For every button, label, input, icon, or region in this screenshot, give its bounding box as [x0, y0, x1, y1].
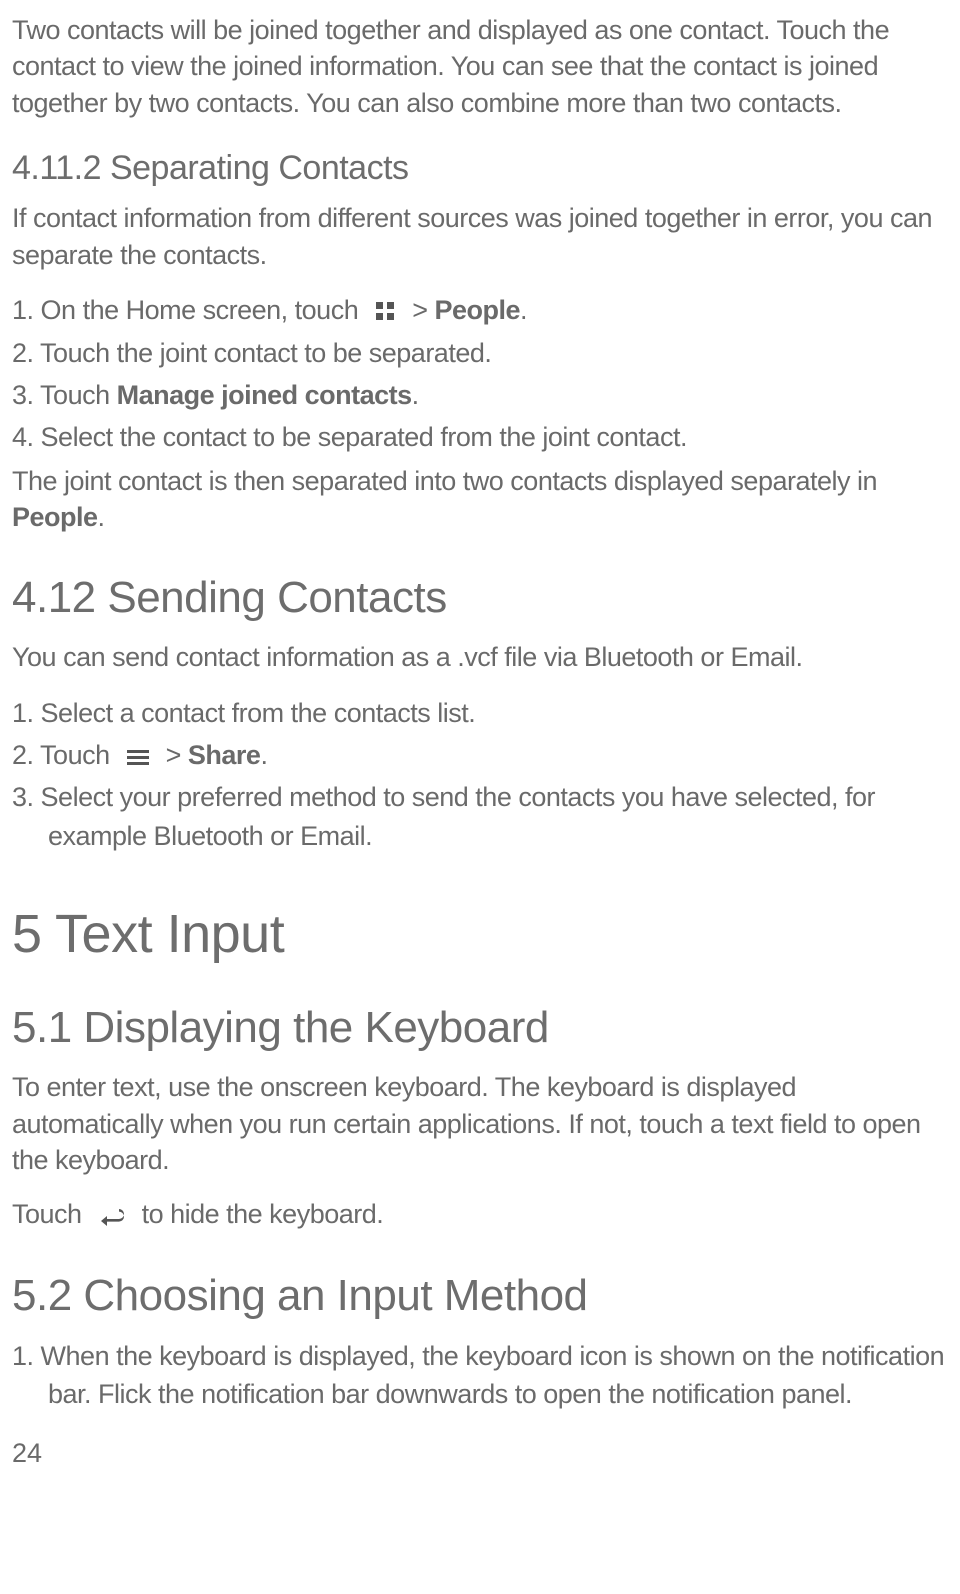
para-text: Touch: [12, 1199, 82, 1229]
heading-4-12: 4.12 Sending Contacts: [12, 573, 948, 623]
step-text: .: [260, 740, 267, 770]
step-text: Touch: [40, 740, 110, 770]
step-text: .: [520, 295, 527, 325]
heading-4-11-2: 4.11.2 Separating Contacts: [12, 149, 948, 188]
step-text: On the Home screen, touch: [41, 295, 359, 325]
para-5-1-b: Touch to hide the keyboard.: [12, 1196, 948, 1232]
step-text: .: [412, 380, 419, 410]
follow-bold: People: [12, 502, 98, 532]
step-4-11-2-3: Touch Manage joined contacts.: [12, 376, 948, 414]
heading-5-2: 5.2 Choosing an Input Method: [12, 1271, 948, 1321]
steps-5-2: When the keyboard is displayed, the keyb…: [12, 1337, 948, 1414]
steps-4-12: Select a contact from the contacts list.…: [12, 694, 948, 855]
menu-icon: [125, 748, 151, 768]
apps-icon: [373, 299, 397, 323]
step-bold: Share: [188, 740, 261, 770]
step-4-12-1: Select a contact from the contacts list.: [12, 694, 948, 732]
heading-5: 5 Text Input: [12, 903, 948, 965]
step-text: Touch: [40, 380, 117, 410]
heading-5-1: 5.1 Displaying the Keyboard: [12, 1003, 948, 1053]
para-text: to hide the keyboard.: [135, 1199, 384, 1229]
step-bold: People: [435, 295, 521, 325]
steps-4-11-2: On the Home screen, touch > People. Touc…: [12, 291, 948, 456]
step-text: >: [405, 295, 434, 325]
intro-paragraph: Two contacts will be joined together and…: [12, 12, 948, 121]
step-4-11-2-2: Touch the joint contact to be separated.: [12, 334, 948, 372]
page-number: 24: [12, 1438, 948, 1469]
step-4-12-2: Touch > Share.: [12, 736, 948, 774]
step-5-2-1: When the keyboard is displayed, the keyb…: [12, 1337, 948, 1414]
para-4-11-2: If contact information from different so…: [12, 200, 948, 273]
para-4-12: You can send contact information as a .v…: [12, 639, 948, 675]
step-bold: Manage joined contacts: [117, 380, 412, 410]
step-text: >: [159, 740, 188, 770]
follow-text: The joint contact is then separated into…: [12, 466, 877, 496]
step-4-11-2-4: Select the contact to be separated from …: [12, 418, 948, 456]
follow-4-11-2: The joint contact is then separated into…: [12, 463, 948, 536]
step-4-12-3: Select your preferred method to send the…: [12, 778, 948, 855]
follow-text: .: [98, 502, 105, 532]
para-5-1-a: To enter text, use the onscreen keyboard…: [12, 1069, 948, 1178]
step-4-11-2-1: On the Home screen, touch > People.: [12, 291, 948, 329]
back-icon: [97, 1207, 127, 1227]
